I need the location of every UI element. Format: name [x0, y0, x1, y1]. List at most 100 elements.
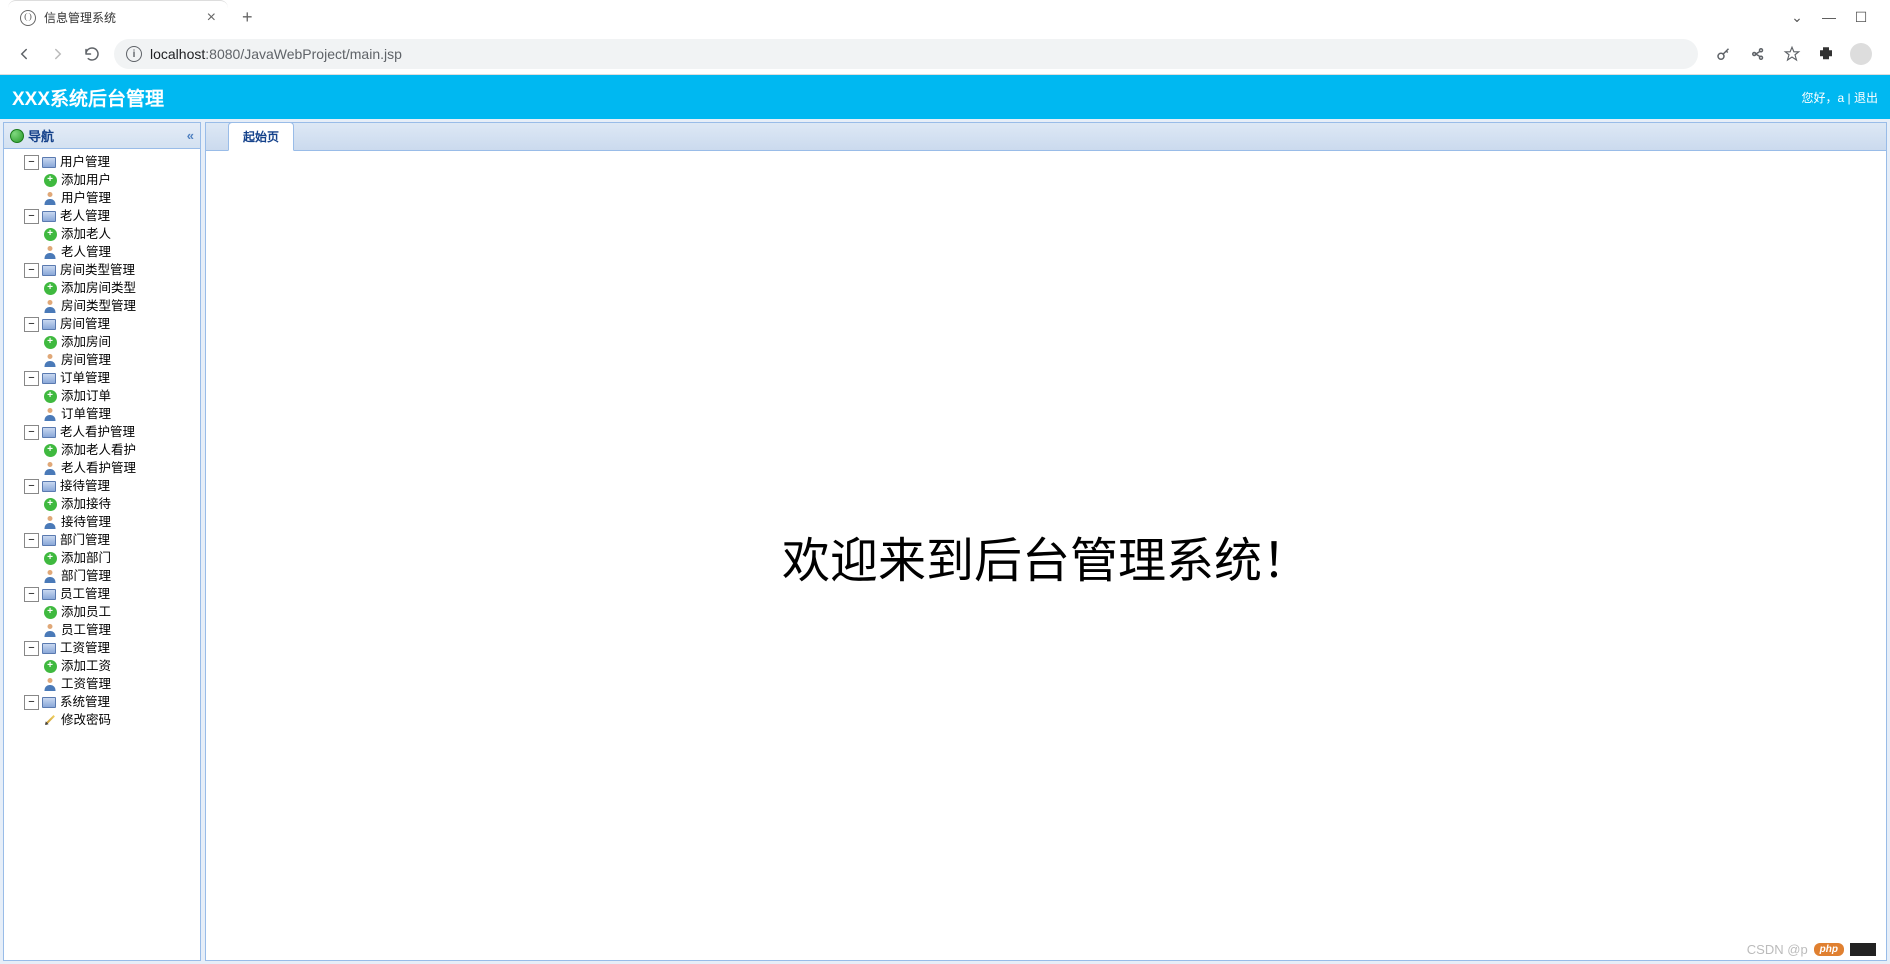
minimize-icon[interactable]: —	[1822, 10, 1836, 24]
tree-item[interactable]: 老人看护管理	[6, 459, 198, 477]
tree-item[interactable]: 老人管理	[6, 243, 198, 261]
sidebar: 导航 « −用户管理+添加用户用户管理−老人管理+添加老人老人管理−房间类型管理…	[3, 122, 201, 961]
tree-label: 添加用户	[61, 171, 111, 189]
tree-item[interactable]: +添加部门	[6, 549, 198, 567]
tree-label: 添加老人看护	[61, 441, 136, 459]
collapse-toggle-icon[interactable]: −	[24, 479, 39, 494]
tree-label: 房间管理	[61, 351, 111, 369]
module-icon	[41, 262, 57, 278]
add-icon: +	[42, 334, 58, 350]
tree-label: 添加部门	[61, 549, 111, 567]
close-icon[interactable]: ×	[207, 9, 216, 27]
star-icon[interactable]	[1782, 44, 1802, 64]
collapse-icon[interactable]: «	[187, 128, 194, 143]
tree-group[interactable]: − 房间类型管理	[6, 261, 198, 279]
user-icon	[42, 352, 58, 368]
tree-item[interactable]: +添加老人看护	[6, 441, 198, 459]
key-icon[interactable]	[1714, 44, 1734, 64]
tree-item[interactable]: +添加接待	[6, 495, 198, 513]
collapse-toggle-icon[interactable]: −	[24, 371, 39, 386]
module-icon	[41, 154, 57, 170]
tree-group[interactable]: − 工资管理	[6, 639, 198, 657]
extensions-icon[interactable]	[1816, 44, 1836, 64]
collapse-toggle-icon[interactable]: −	[24, 587, 39, 602]
tree-group[interactable]: −房间管理	[6, 315, 198, 333]
user-icon	[42, 514, 58, 530]
tree-group[interactable]: − 用户管理	[6, 153, 198, 171]
tree-item[interactable]: 部门管理	[6, 567, 198, 585]
tab-start[interactable]: 起始页	[228, 122, 294, 151]
module-icon	[41, 316, 57, 332]
tree-item[interactable]: 房间管理	[6, 351, 198, 369]
user-greeting[interactable]: 您好，a | 退出	[1802, 89, 1878, 106]
tree-item[interactable]: +添加房间类型	[6, 279, 198, 297]
app-title: XXX系统后台管理	[12, 84, 164, 111]
tree-item[interactable]: +添加员工	[6, 603, 198, 621]
module-icon	[41, 208, 57, 224]
tree-label: 添加工资	[61, 657, 111, 675]
tree-item[interactable]: +添加订单	[6, 387, 198, 405]
collapse-toggle-icon[interactable]: −	[24, 155, 39, 170]
tree-item[interactable]: 员工管理	[6, 621, 198, 639]
user-icon	[42, 298, 58, 314]
tree-item[interactable]: +添加工资	[6, 657, 198, 675]
chevron-down-icon[interactable]: ⌄	[1790, 10, 1804, 24]
url-host: localhost	[150, 46, 205, 62]
module-icon	[41, 370, 57, 386]
tree-item[interactable]: +添加房间	[6, 333, 198, 351]
tree-group[interactable]: −老人管理	[6, 207, 198, 225]
module-icon	[41, 478, 57, 494]
collapse-toggle-icon[interactable]: −	[24, 209, 39, 224]
sidebar-title: 导航	[28, 126, 54, 145]
nav-globe-icon	[10, 129, 24, 143]
address-input[interactable]: i localhost:8080/JavaWebProject/main.jsp	[114, 39, 1698, 69]
site-info-icon[interactable]: i	[126, 46, 142, 62]
add-icon: +	[42, 280, 58, 296]
tree-item[interactable]: 订单管理	[6, 405, 198, 423]
add-icon: +	[42, 226, 58, 242]
app-header: XXX系统后台管理 您好，a | 退出	[0, 75, 1890, 119]
browser-tab-active[interactable]: 信息管理系统 ×	[8, 0, 228, 34]
tree-item[interactable]: +添加老人	[6, 225, 198, 243]
collapse-toggle-icon[interactable]: −	[24, 695, 39, 710]
tree-group[interactable]: −订单管理	[6, 369, 198, 387]
watermark-box	[1850, 943, 1876, 956]
tree-item[interactable]: 接待管理	[6, 513, 198, 531]
add-icon: +	[42, 388, 58, 404]
tree-item[interactable]: 房间类型管理	[6, 297, 198, 315]
tree-item[interactable]: +添加用户	[6, 171, 198, 189]
back-button[interactable]	[12, 42, 36, 66]
collapse-toggle-icon[interactable]: −	[24, 425, 39, 440]
welcome-heading: 欢迎来到后台管理系统！	[782, 521, 1310, 591]
tree-group[interactable]: −老人看护管理	[6, 423, 198, 441]
tree-group[interactable]: − 部门管理	[6, 531, 198, 549]
tree-label: 工资管理	[60, 639, 110, 657]
main-region: 起始页 欢迎来到后台管理系统！	[205, 122, 1887, 961]
tree-item[interactable]: 工资管理	[6, 675, 198, 693]
content-area: 欢迎来到后台管理系统！	[206, 151, 1886, 960]
maximize-icon[interactable]: ☐	[1854, 10, 1868, 24]
reload-button[interactable]	[80, 42, 104, 66]
collapse-toggle-icon[interactable]: −	[24, 641, 39, 656]
tree-label: 房间类型管理	[60, 261, 135, 279]
forward-button[interactable]	[46, 42, 70, 66]
tree-label: 用户管理	[60, 153, 110, 171]
tree-label: 工资管理	[61, 675, 111, 693]
tree-group[interactable]: −系统管理	[6, 693, 198, 711]
tree-group[interactable]: −接待管理	[6, 477, 198, 495]
user-icon	[42, 676, 58, 692]
tree-group[interactable]: −员工管理	[6, 585, 198, 603]
tree-label: 老人管理	[61, 243, 111, 261]
tree-label: 部门管理	[60, 531, 110, 549]
new-tab-button[interactable]: +	[232, 7, 263, 28]
tree-item[interactable]: 用户管理	[6, 189, 198, 207]
add-icon: +	[42, 658, 58, 674]
collapse-toggle-icon[interactable]: −	[24, 317, 39, 332]
tree-item[interactable]: 修改密码	[6, 711, 198, 729]
share-icon[interactable]	[1748, 44, 1768, 64]
collapse-toggle-icon[interactable]: −	[24, 533, 39, 548]
profile-avatar[interactable]	[1850, 43, 1872, 65]
collapse-toggle-icon[interactable]: −	[24, 263, 39, 278]
browser-tab-bar: 信息管理系统 × + ⌄ — ☐	[0, 0, 1890, 34]
module-icon	[41, 640, 57, 656]
